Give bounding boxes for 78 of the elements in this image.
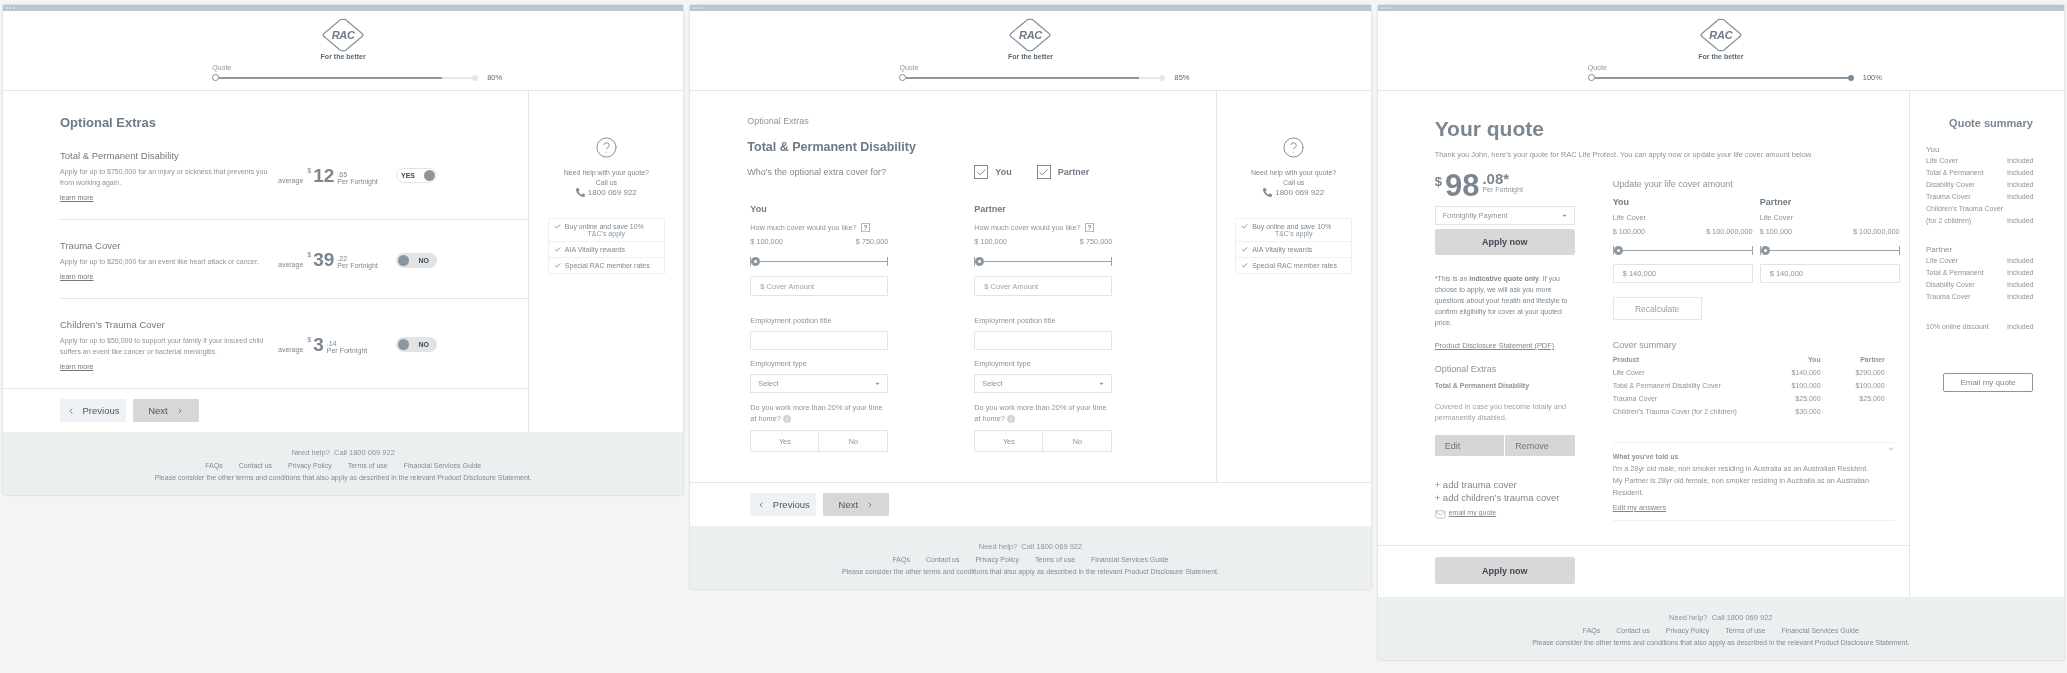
caret-icon [1560,212,1568,219]
email-quote-button[interactable]: Email my quote [1943,373,2033,392]
logo-text: RAC [331,29,355,41]
check-icon [553,246,561,253]
checkbox[interactable] [974,165,989,179]
checkbox-label: Partner [1057,167,1090,177]
next-button[interactable]: Next [823,493,890,516]
page-title: Optional Extras [60,115,158,130]
progress-end-dot [1159,74,1166,81]
progress-start-dot [212,74,220,81]
checkbox[interactable] [1036,165,1051,179]
slider-thumb[interactable] [751,257,761,266]
extra-title: Children's Trauma Cover [60,319,166,330]
mail-icon [1434,509,1446,520]
page-title: Your quote [1434,118,1545,140]
summary-group-heading: Partner [1926,245,1954,254]
help-icon[interactable] [860,223,870,232]
cover-question: Who's the optional extra cover for? [747,167,888,177]
price-dollars: 98 [1444,171,1480,201]
logo-text: RAC [1019,29,1042,41]
person-heading: You [750,204,768,214]
check-icon [1241,223,1249,230]
price-dollars: 12 [313,166,335,185]
logo-text: RAC [1709,29,1733,41]
price-dollars: 3 [313,335,324,354]
help-icon[interactable] [1084,223,1094,232]
phone-number: 1800 069 922 [587,188,637,197]
logo-badge-icon [1698,18,1743,52]
remove-button[interactable]: Remove [1505,435,1575,456]
summary-title: Quote summary [1948,117,2034,129]
help-icon [594,136,618,159]
check-icon [553,262,561,269]
logo-badge-icon [1008,18,1053,52]
apply-now-button[interactable]: Apply now [1434,229,1575,255]
apply-now-button[interactable]: Apply now [1434,557,1575,584]
person-heading: Partner [1759,197,1793,207]
progress-end-dot [1847,74,1854,81]
position-title-field[interactable] [974,331,1113,350]
previous-button[interactable]: Previous [60,399,126,422]
check-icon [553,223,561,230]
next-button[interactable]: Next [133,399,199,422]
section-heading: Cover summary [1612,340,1678,350]
slider-thumb[interactable] [975,257,985,266]
caret-icon [1098,380,1106,387]
edit-button[interactable]: Edit [1434,435,1505,456]
caret-icon [874,380,882,387]
progress-start-dot [1587,74,1595,81]
section-heading: Optional Extras [1434,364,1498,374]
summary-group-heading: You [1926,145,1941,154]
price-dollars: 39 [313,251,335,269]
price-cents: .08* [1482,171,1511,186]
progress-end-dot [472,74,479,81]
info-icon[interactable] [1006,415,1015,424]
currency-symbol: $ [1434,174,1442,189]
check-icon [1241,262,1249,269]
page-title: Total & Permanent Disability [747,140,917,154]
chevron-down-icon[interactable] [1887,445,1895,453]
extra-title: Trauma Cover [60,240,122,251]
add-cover-link[interactable]: + add trauma cover [1434,478,1575,491]
slider-thumb[interactable] [1613,246,1623,255]
info-icon[interactable] [782,415,791,424]
section-heading: Update your life cover amount [1612,179,1734,189]
checkbox-label: You [995,167,1012,177]
person-heading: Partner [974,204,1007,214]
extra-title: Total & Permanent Disability [60,150,180,161]
phone-number: 1800 069 922 [1275,188,1325,197]
logo-badge-icon [321,18,366,52]
phone-icon [575,188,585,197]
check-icon [1241,246,1249,253]
add-cover-link[interactable]: + add children’s trauma cover [1434,491,1575,504]
slider-thumb[interactable] [1760,246,1770,255]
section-label: Optional Extras [747,116,810,126]
position-title-field[interactable] [750,331,889,350]
previous-button[interactable]: Previous [750,493,817,516]
phone-icon [1263,188,1273,197]
progress-start-dot [899,74,907,81]
person-heading: You [1612,197,1630,207]
help-icon [1282,136,1306,159]
